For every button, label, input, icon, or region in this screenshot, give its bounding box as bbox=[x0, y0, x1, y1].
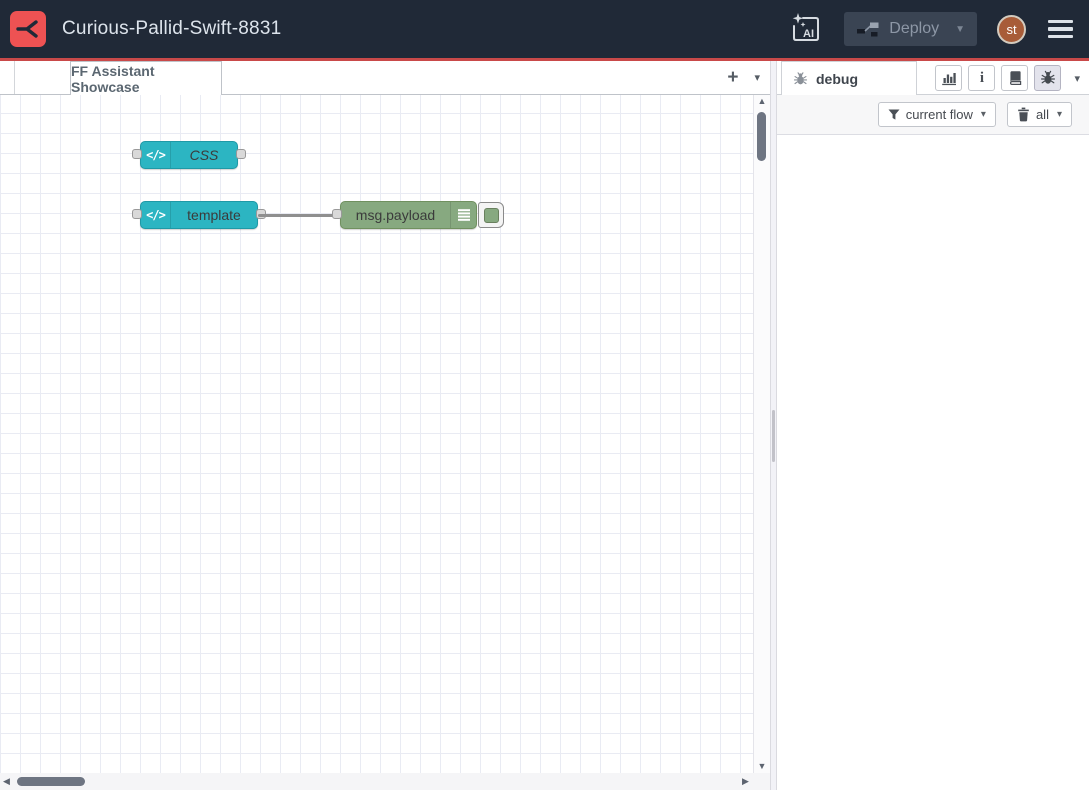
scroll-right-icon[interactable]: ▶ bbox=[742, 776, 749, 787]
deploy-button-label: Deploy bbox=[889, 20, 939, 38]
info-tab-button[interactable]: i bbox=[968, 65, 995, 91]
node-label: msg.payload bbox=[341, 207, 450, 223]
flow-list-caret-icon[interactable]: ▾ bbox=[754, 71, 760, 84]
tab-bar-actions: + ▾ bbox=[727, 61, 760, 94]
info-icon: i bbox=[980, 71, 984, 86]
sidebar: debug i bbox=[777, 61, 1089, 790]
book-icon bbox=[1007, 70, 1023, 86]
node-label: CSS bbox=[171, 147, 237, 163]
debug-list-icon bbox=[450, 202, 476, 228]
instance-title: Curious-Pallid-Swift-8831 bbox=[62, 18, 281, 40]
wire-template-to-debug[interactable] bbox=[258, 214, 340, 217]
debug-message-list[interactable] bbox=[777, 135, 1089, 790]
header-bar: Curious-Pallid-Swift-8831 AI Deploy ▼ st bbox=[0, 0, 1089, 58]
debug-filter-bar: current flow ▾ all ▾ bbox=[777, 95, 1089, 135]
header-actions: AI Deploy ▼ st bbox=[788, 9, 1075, 49]
main-menu-icon[interactable] bbox=[1046, 16, 1075, 43]
chart-icon bbox=[941, 70, 957, 86]
debug-clear-label: all bbox=[1036, 107, 1049, 122]
vertical-scroll-thumb[interactable] bbox=[757, 112, 766, 161]
horizontal-scroll-thumb[interactable] bbox=[17, 777, 85, 786]
flow-canvas[interactable]: </> CSS </> template msg.payload bbox=[0, 95, 770, 773]
input-port[interactable] bbox=[332, 209, 342, 219]
bug-icon bbox=[1040, 70, 1056, 86]
sidebar-tab-bar: debug i bbox=[777, 61, 1089, 95]
input-port[interactable] bbox=[132, 209, 142, 219]
code-icon: </> bbox=[141, 202, 171, 228]
scroll-up-icon[interactable]: ▲ bbox=[754, 96, 770, 106]
user-avatar[interactable]: st bbox=[997, 15, 1026, 44]
deploy-options-caret-icon[interactable]: ▼ bbox=[955, 24, 965, 35]
scroll-left-icon[interactable]: ◀ bbox=[3, 776, 10, 787]
flow-tab-active[interactable]: FF Assistant Showcase bbox=[70, 61, 222, 95]
debug-clear-button[interactable]: all ▾ bbox=[1007, 102, 1072, 127]
debug-tab-button[interactable] bbox=[1034, 65, 1061, 91]
node-label: template bbox=[171, 207, 257, 223]
sidebar-splitter[interactable] bbox=[770, 61, 777, 790]
bug-icon bbox=[793, 71, 808, 87]
input-port[interactable] bbox=[132, 149, 142, 159]
canvas-horizontal-scrollbar[interactable]: ◀ ▶ bbox=[0, 773, 770, 790]
sidebar-tab-debug[interactable]: debug bbox=[781, 61, 917, 95]
avatar-initials: st bbox=[1006, 22, 1016, 37]
node-ui-template[interactable]: </> template bbox=[140, 201, 258, 229]
editor-main: FF Assistant Showcase + ▾ </> CSS </> bbox=[0, 61, 1089, 790]
help-tab-button[interactable] bbox=[1001, 65, 1028, 91]
trash-icon bbox=[1017, 107, 1030, 122]
debug-filter-button[interactable]: current flow ▾ bbox=[878, 102, 996, 127]
flowfuse-logo-icon[interactable] bbox=[10, 11, 46, 47]
sidebar-tab-label: debug bbox=[816, 71, 858, 87]
tab-scroll-divider bbox=[14, 61, 15, 94]
flow-tab-label: FF Assistant Showcase bbox=[71, 63, 221, 95]
ai-button-glyph: AI bbox=[803, 28, 814, 40]
scroll-down-icon[interactable]: ▼ bbox=[754, 761, 770, 771]
code-icon: </> bbox=[141, 142, 171, 168]
sidebar-menu-caret-icon[interactable]: ▾ bbox=[1074, 72, 1080, 85]
filter-caret-icon: ▾ bbox=[981, 109, 986, 120]
filter-funnel-icon bbox=[888, 109, 900, 120]
deploy-merge-icon bbox=[856, 20, 879, 38]
node-debug[interactable]: msg.payload bbox=[340, 201, 477, 229]
splitter-handle[interactable] bbox=[772, 410, 775, 462]
canvas-vertical-scrollbar[interactable]: ▲ ▼ bbox=[753, 95, 770, 773]
debug-enable-toggle[interactable] bbox=[478, 202, 504, 228]
sidebar-toolbar: i bbox=[935, 65, 1080, 91]
workspace: FF Assistant Showcase + ▾ </> CSS </> bbox=[0, 61, 770, 790]
deploy-button[interactable]: Deploy ▼ bbox=[844, 12, 977, 46]
flow-tab-bar: FF Assistant Showcase + ▾ bbox=[0, 61, 770, 95]
add-flow-button[interactable]: + bbox=[727, 68, 738, 87]
debug-toggle-state bbox=[484, 208, 499, 223]
output-port[interactable] bbox=[236, 149, 246, 159]
debug-filter-label: current flow bbox=[906, 107, 973, 122]
node-ui-template-css[interactable]: </> CSS bbox=[140, 141, 238, 169]
dashboard-chart-tab-button[interactable] bbox=[935, 65, 962, 91]
clear-caret-icon: ▾ bbox=[1057, 109, 1062, 120]
ai-assistant-button[interactable]: AI bbox=[788, 9, 824, 49]
